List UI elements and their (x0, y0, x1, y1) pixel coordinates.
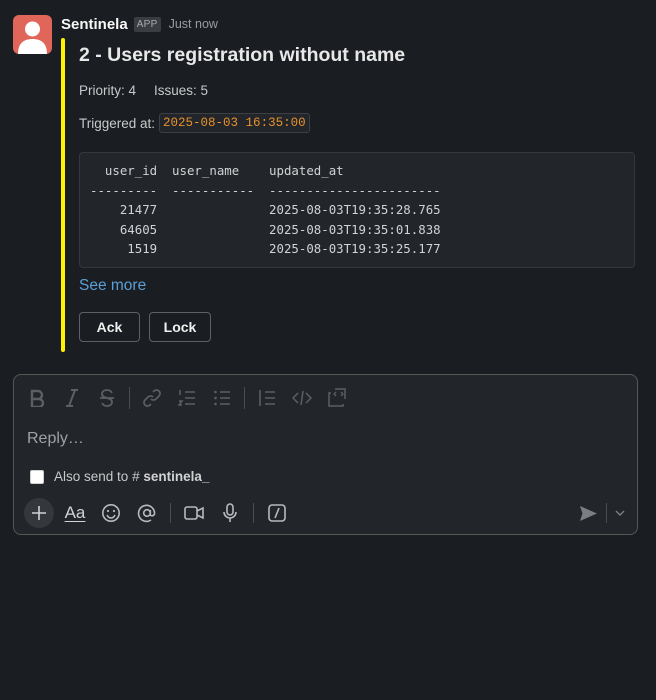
see-more-link[interactable]: See more (79, 277, 146, 295)
reply-composer: Reply… Also send to # sentinela_ Aa (13, 374, 638, 535)
slash-command-icon[interactable] (264, 500, 290, 526)
alert-title: 2 - Users registration without name (79, 44, 406, 66)
bulleted-list-icon[interactable] (209, 385, 235, 411)
formatting-icon[interactable]: Aa (62, 500, 88, 526)
microphone-icon[interactable] (217, 500, 243, 526)
italic-icon[interactable] (59, 385, 85, 411)
send-divider (606, 503, 607, 523)
lock-button[interactable]: Lock (149, 312, 211, 342)
also-send-checkbox[interactable] (30, 469, 44, 484)
formatting-label: Aa (64, 503, 86, 522)
formatting-toolbar (24, 385, 359, 411)
toolbar-divider (129, 387, 130, 409)
blockquote-icon[interactable] (254, 385, 280, 411)
alert-attachment: 2 - Users registration without name Prio… (61, 38, 641, 352)
mention-icon[interactable] (134, 500, 160, 526)
code-block-icon[interactable] (324, 385, 350, 411)
emoji-icon[interactable] (98, 500, 124, 526)
triggered-row: Triggered at: 2025-08-03 16:35:00 (79, 111, 310, 135)
toolbar-divider (244, 387, 245, 409)
link-icon[interactable] (139, 385, 165, 411)
chevron-down-icon[interactable] (615, 509, 625, 517)
toolbar-divider (253, 503, 254, 523)
strikethrough-icon[interactable] (94, 385, 120, 411)
triggered-timestamp-code: 2025-08-03 16:35:00 (159, 113, 310, 133)
composer-actions: Aa (24, 498, 300, 528)
user-avatar-icon (18, 21, 47, 54)
toolbar-divider (170, 503, 171, 523)
issues-text: Issues: 5 (154, 83, 209, 98)
attachment-accent-bar (61, 38, 65, 352)
ordered-list-icon[interactable] (174, 385, 200, 411)
send-icon[interactable] (579, 505, 598, 522)
also-send-prefix: Also send to (54, 469, 129, 484)
priority-text: Priority: 4 (79, 83, 137, 98)
channel-name: sentinela_ (143, 469, 210, 484)
also-send-label: Also send to # sentinela_ (54, 469, 209, 484)
plus-icon[interactable] (24, 498, 54, 528)
avatar[interactable] (13, 15, 52, 54)
ack-button[interactable]: Ack (79, 312, 140, 342)
triggered-label: Triggered at: (79, 115, 156, 131)
bold-icon[interactable] (24, 385, 50, 411)
also-send-option: Also send to # sentinela_ (30, 469, 209, 484)
video-icon[interactable] (181, 500, 207, 526)
reply-input[interactable]: Reply… (27, 430, 84, 448)
sender-name[interactable]: Sentinela (61, 16, 128, 33)
send-area (579, 499, 625, 527)
results-table-text: user_id user_name updated_at --------- -… (90, 163, 441, 256)
alert-meta: Priority: 4 Issues: 5 (79, 83, 208, 98)
app-badge: APP (133, 16, 161, 32)
message-header: Sentinela APP Just now (61, 14, 218, 34)
results-code-block: user_id user_name updated_at --------- -… (79, 152, 635, 268)
channel-hash: # (132, 469, 140, 484)
timestamp[interactable]: Just now (169, 17, 218, 31)
code-icon[interactable] (289, 385, 315, 411)
